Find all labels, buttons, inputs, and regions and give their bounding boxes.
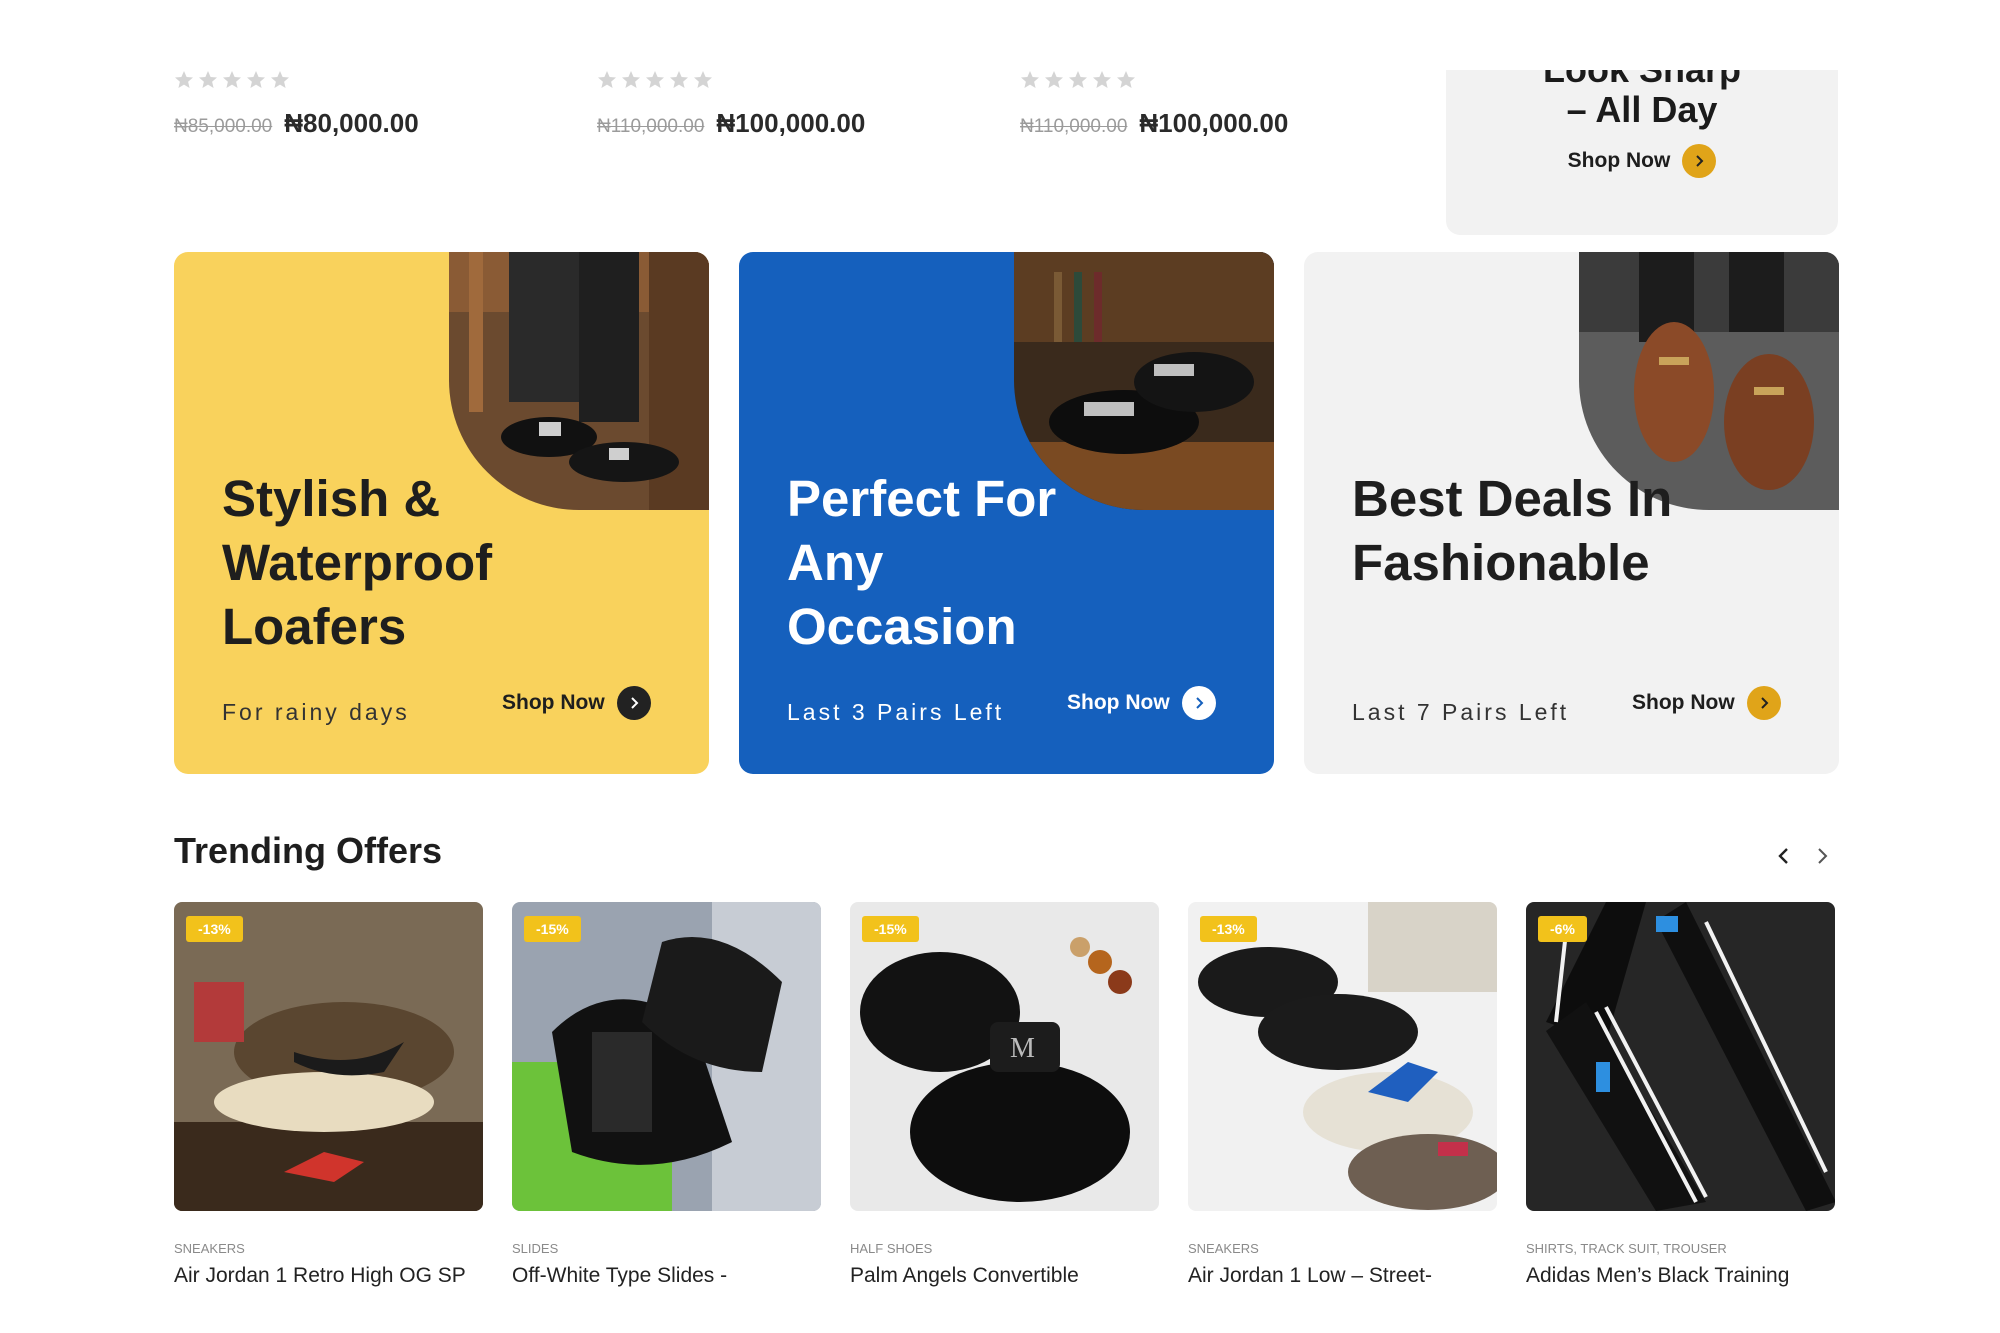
look-card-title-line1: Look Sharp	[1446, 70, 1838, 90]
shop-now-label: Shop Now	[1567, 149, 1671, 172]
sale-price: ₦100,000.00	[1139, 108, 1289, 138]
shop-now-label: Shop Now	[1632, 691, 1735, 714]
low-sneakers-photo: -13%	[1188, 902, 1497, 1211]
product-name[interactable]: Air Jordan 1 Low – Street-	[1188, 1264, 1497, 1288]
top-product-1[interactable]: ₦85,000.00 ₦80,000.00	[174, 70, 534, 150]
star-icon	[646, 71, 664, 88]
star-icon	[175, 71, 193, 88]
banner-subtitle: Last 7 Pairs Left	[1352, 699, 1570, 725]
trending-offers-title: Trending Offers	[174, 830, 443, 871]
look-card-title: Look Sharp – All Day	[1446, 70, 1838, 130]
star-icon	[1021, 71, 1039, 88]
product-name[interactable]: Adidas Men’s Black Training	[1526, 1264, 1835, 1288]
product-card[interactable]: -13% SNEAKERS Air Jordan 1 Retro High OG…	[174, 902, 483, 1302]
discount-badge: -13%	[1200, 916, 1257, 942]
shop-now-label: Shop Now	[1067, 691, 1170, 714]
half-shoe-photo: M -15%	[850, 902, 1159, 1211]
product-category[interactable]: SHIRTS, TRACK SUIT, TROUSER	[1526, 1241, 1835, 1256]
chevron-right-icon	[1682, 144, 1717, 178]
banner-shop-now-button[interactable]: Shop Now	[502, 686, 651, 720]
product-name[interactable]: Off-White Type Slides -	[512, 1264, 821, 1288]
sneaker-box-photo: -13%	[174, 902, 483, 1211]
chevron-right-icon	[616, 686, 651, 720]
old-price: ₦110,000.00	[1020, 116, 1128, 137]
star-icon	[694, 71, 712, 88]
discount-badge: -6%	[1538, 916, 1587, 942]
look-shop-now-button[interactable]: Shop Now	[1568, 144, 1717, 178]
star-rating	[174, 70, 534, 90]
banner-shop-now-button[interactable]: Shop Now	[1067, 686, 1216, 720]
discount-badge: -15%	[862, 916, 919, 942]
old-price: ₦110,000.00	[597, 116, 705, 137]
banner-title: Best Deals In Fashionable	[1352, 470, 1673, 591]
banner-shop-now-button[interactable]: Shop Now	[1632, 686, 1781, 720]
product-card[interactable]: -6% SHIRTS, TRACK SUIT, TROUSER Adidas M…	[1526, 902, 1835, 1302]
product-card[interactable]: M -15% HALF SHOES Palm Angels Convertibl…	[850, 902, 1159, 1302]
chevron-left-icon	[1778, 848, 1788, 864]
star-icon	[223, 71, 241, 88]
star-icon	[622, 71, 640, 88]
carousel-prev-button[interactable]	[1770, 842, 1798, 870]
look-card-title-line2: – All Day	[1566, 89, 1718, 130]
product-name[interactable]: Air Jordan 1 Retro High OG SP	[174, 1264, 483, 1288]
top-product-2[interactable]: ₦110,000.00 ₦100,000.00	[597, 70, 957, 150]
promo-banner-occasion[interactable]: Perfect For Any Occasion Last 3 Pairs Le…	[739, 252, 1274, 774]
product-card[interactable]: -15% SLIDES Off-White Type Slides -	[512, 902, 821, 1302]
promo-banner-deals[interactable]: Best Deals In Fashionable Last 7 Pairs L…	[1304, 252, 1839, 774]
tracksuit-photo: -6%	[1526, 902, 1835, 1211]
top-product-3[interactable]: ₦110,000.00 ₦100,000.00	[1020, 70, 1380, 150]
chevron-right-icon	[1818, 848, 1828, 864]
star-icon	[199, 71, 217, 88]
star-icon	[247, 71, 265, 88]
chevron-right-icon	[1181, 686, 1216, 720]
svg-text:M: M	[1010, 1033, 1035, 1064]
star-icon	[670, 71, 688, 88]
sale-price: ₦100,000.00	[716, 108, 866, 138]
chevron-right-icon	[1746, 686, 1781, 720]
star-icon	[1045, 71, 1063, 88]
product-name[interactable]: Palm Angels Convertible	[850, 1264, 1159, 1288]
product-category[interactable]: SLIDES	[512, 1241, 821, 1256]
star-icon	[271, 71, 289, 88]
product-category[interactable]: SNEAKERS	[174, 1241, 483, 1256]
star-icon	[598, 71, 616, 88]
star-icon	[1069, 71, 1087, 88]
star-rating	[597, 70, 957, 90]
banner-subtitle: Last 3 Pairs Left	[787, 699, 1005, 725]
carousel-next-button[interactable]	[1808, 842, 1836, 870]
banner-subtitle: For rainy days	[222, 699, 410, 725]
star-icon	[1117, 71, 1135, 88]
product-card[interactable]: -13% SNEAKERS Air Jordan 1 Low – Street-	[1188, 902, 1497, 1302]
promo-banner-loafers[interactable]: Stylish & Waterproof Loafers For rainy d…	[174, 252, 709, 774]
shop-now-label: Shop Now	[502, 691, 605, 714]
banner-title: Stylish & Waterproof Loafers	[222, 470, 493, 655]
look-sharp-card[interactable]: Look Sharp – All Day Shop Now	[1446, 70, 1838, 235]
star-rating	[1020, 70, 1380, 90]
product-category[interactable]: SNEAKERS	[1188, 1241, 1497, 1256]
discount-badge: -15%	[524, 916, 581, 942]
star-icon	[1093, 71, 1111, 88]
discount-badge: -13%	[186, 916, 243, 942]
sale-price: ₦80,000.00	[284, 108, 419, 138]
old-price: ₦85,000.00	[174, 116, 273, 137]
product-category[interactable]: HALF SHOES	[850, 1241, 1159, 1256]
banner-title: Perfect For Any Occasion	[787, 470, 1057, 655]
slides-photo: -15%	[512, 902, 821, 1211]
